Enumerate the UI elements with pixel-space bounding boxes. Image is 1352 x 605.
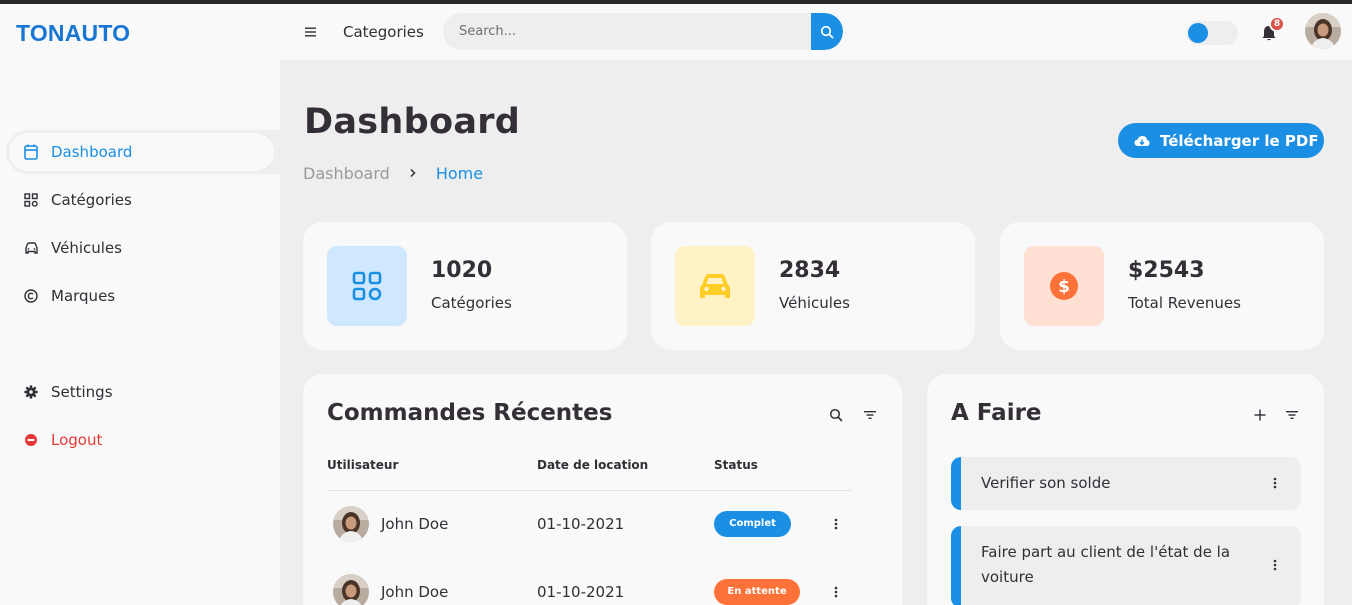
table-header-row: Utilisateur Date de location Status [327, 458, 851, 491]
orders-table: Utilisateur Date de location Status John… [327, 458, 851, 605]
user-name: John Doe [381, 583, 449, 601]
search-input[interactable] [459, 13, 799, 50]
toggle-knob [1188, 23, 1208, 43]
gear-icon [22, 383, 40, 401]
column-header: Date de location [537, 458, 714, 491]
side-menu-bottom: Settings Logout [6, 370, 280, 466]
recent-orders-panel: Commandes Récentes Utilisateur Date de l… [303, 374, 902, 605]
todo-item[interactable]: Faire part au client de l'état de la voi… [951, 526, 1301, 605]
more-vertical-icon[interactable] [1267, 557, 1283, 573]
stat-value: $2543 [1128, 258, 1205, 283]
breadcrumb: Dashboard Home [303, 164, 483, 183]
stat-card-vehicles: 2834 Véhicules [651, 222, 975, 350]
todo-text: Faire part au client de l'état de la voi… [981, 543, 1231, 586]
grid-icon [22, 191, 40, 209]
menu-icon[interactable] [304, 24, 318, 38]
nav-categories-link[interactable]: Categories [343, 23, 424, 41]
column-header: Status [714, 458, 828, 491]
sidebar-item-label: Catégories [51, 191, 132, 209]
plus-icon[interactable] [1253, 408, 1267, 422]
status-cell: Complet [714, 490, 828, 558]
stat-label: Total Revenues [1128, 294, 1241, 312]
avatar [333, 506, 369, 543]
breadcrumb-item-active[interactable]: Home [436, 164, 483, 183]
sidebar: TONAUTO Dashboard Catégories Véhicules M… [0, 4, 280, 605]
column-header: Utilisateur [327, 458, 537, 491]
stat-card-categories: 1020 Catégories [303, 222, 627, 350]
stat-label: Véhicules [779, 294, 850, 312]
status-cell: En attente [714, 558, 828, 605]
chevron-right-icon [409, 166, 417, 182]
theme-toggle[interactable] [1186, 21, 1238, 45]
sidebar-item-label: Marques [51, 287, 116, 305]
dashboard-icon [22, 143, 40, 161]
dollar-icon: $ [1024, 246, 1104, 326]
stat-label: Catégories [431, 294, 512, 312]
download-pdf-button[interactable]: Télécharger le PDF [1118, 123, 1324, 158]
user-cell: John Doe [327, 490, 537, 558]
brand-logo[interactable]: TONAUTO [16, 20, 130, 47]
sidebar-item-dashboard[interactable]: Dashboard [6, 130, 280, 174]
grid-icon [327, 246, 407, 326]
side-menu: Dashboard Catégories Véhicules Marques [6, 130, 280, 322]
sidebar-item-label: Settings [51, 383, 113, 401]
date-cell: 01-10-2021 [537, 583, 625, 601]
stat-value: 2834 [779, 258, 841, 283]
actions-cell [828, 490, 851, 558]
panel-title: Commandes Récentes [327, 400, 613, 426]
more-vertical-icon[interactable] [1267, 475, 1283, 491]
top-navbar: Categories 8 [280, 4, 1352, 60]
todo-item[interactable]: Verifier son solde [951, 457, 1301, 510]
filter-icon[interactable] [863, 408, 877, 422]
panel-title: A Faire [951, 400, 1042, 426]
cloud-download-icon [1134, 133, 1150, 149]
notification-badge: 8 [1269, 16, 1285, 32]
table-row[interactable]: John Doe 01-10-2021 Complet [327, 490, 851, 558]
date-cell: 01-10-2021 [537, 515, 625, 534]
copyright-icon [22, 287, 40, 305]
avatar [333, 574, 369, 605]
search-icon[interactable] [829, 408, 843, 422]
sidebar-item-brands[interactable]: Marques [6, 274, 280, 318]
sidebar-item-logout[interactable]: Logout [6, 418, 280, 462]
stat-value: 1020 [431, 258, 493, 283]
sidebar-item-categories[interactable]: Catégories [6, 178, 280, 222]
user-name: John Doe [381, 515, 449, 534]
more-vertical-icon[interactable] [828, 584, 844, 600]
sidebar-item-label: Véhicules [51, 239, 122, 257]
actions-cell [828, 558, 851, 605]
car-icon [22, 239, 40, 257]
stat-card-revenue: $ $2543 Total Revenues [1000, 222, 1324, 350]
sidebar-item-label: Logout [51, 431, 103, 449]
breadcrumb-item[interactable]: Dashboard [303, 164, 390, 183]
sidebar-item-vehicles[interactable]: Véhicules [6, 226, 280, 270]
user-cell: John Doe [327, 558, 537, 605]
sidebar-item-settings[interactable]: Settings [6, 370, 280, 414]
table-row[interactable]: John Doe 01-10-2021 En attente [327, 558, 851, 605]
column-header-actions [828, 458, 851, 491]
todo-panel: A Faire Verifier son solde Faire part au… [927, 374, 1324, 605]
search-icon [820, 25, 834, 38]
download-pdf-label: Télécharger le PDF [1160, 131, 1319, 150]
sidebar-item-label: Dashboard [51, 143, 133, 161]
search-form [443, 13, 843, 50]
todo-text: Verifier son solde [981, 474, 1111, 492]
status-badge: En attente [714, 579, 800, 605]
main-content: Dashboard Dashboard Home Télécharger le … [280, 60, 1352, 605]
page-title: Dashboard [304, 102, 521, 142]
profile-avatar[interactable] [1305, 13, 1341, 49]
filter-icon[interactable] [1285, 408, 1299, 422]
car-icon [675, 246, 755, 326]
status-badge: Complet [714, 511, 791, 538]
svg-text:$: $ [1058, 277, 1070, 297]
logout-icon [22, 431, 40, 449]
more-vertical-icon[interactable] [828, 516, 844, 532]
search-button[interactable] [811, 13, 843, 50]
